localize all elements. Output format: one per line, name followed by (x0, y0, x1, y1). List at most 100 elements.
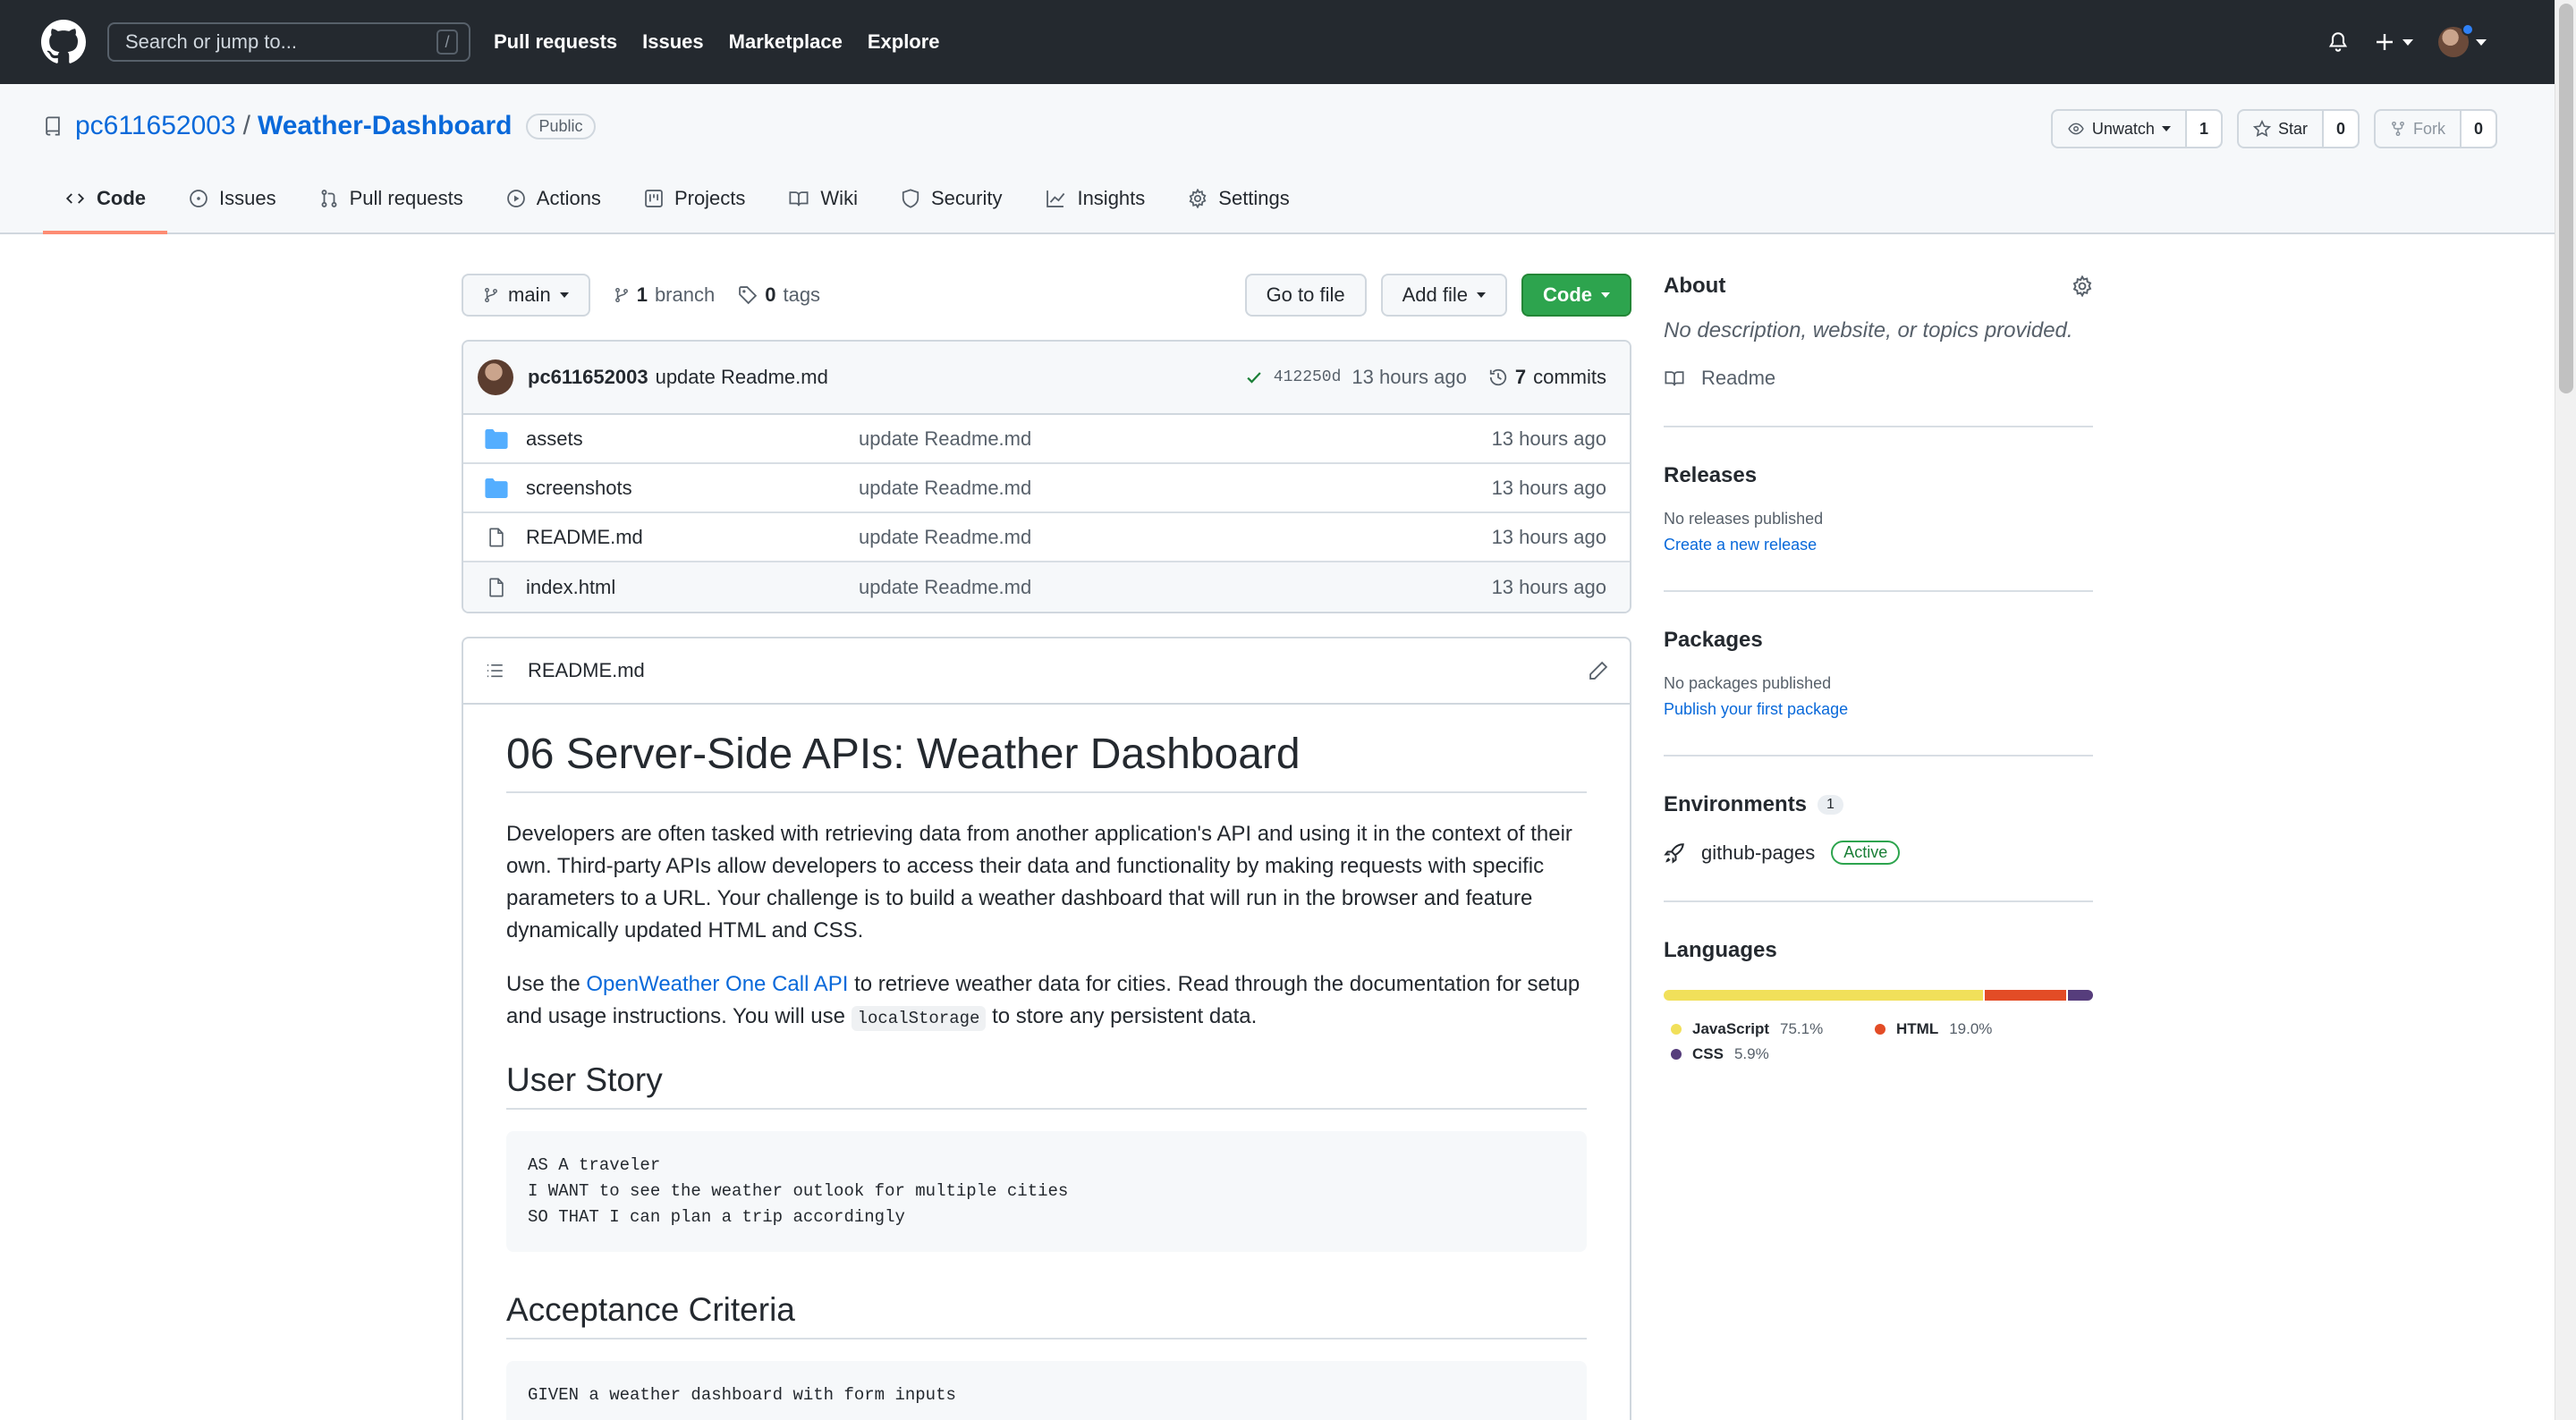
packages-heading[interactable]: Packages (1664, 628, 2093, 653)
tab-actions[interactable]: Actions (485, 165, 623, 232)
commits-link[interactable]: 7 commits (1488, 366, 1606, 389)
tab-label: Settings (1218, 187, 1290, 209)
file-name[interactable]: index.html (526, 576, 859, 599)
fork-count[interactable]: 0 (2459, 111, 2496, 147)
tab-label: Wiki (820, 187, 858, 209)
file-commit-message[interactable]: update Readme.md (859, 576, 1492, 599)
branch-count: 1 (636, 283, 648, 306)
environments-heading[interactable]: Environments 1 (1664, 792, 2093, 817)
language-bar-segment[interactable] (2067, 990, 2093, 1001)
environment-item[interactable]: github-pages Active (1664, 841, 2093, 865)
file-row[interactable]: assets update Readme.md 13 hours ago (463, 415, 1630, 464)
readme-title: 06 Server-Side APIs: Weather Dashboard (506, 730, 1587, 793)
commit-author[interactable]: pc611652003 (528, 366, 648, 389)
readme-link[interactable]: Readme (1664, 367, 2093, 390)
environments-count: 1 (1818, 795, 1843, 815)
fork-button[interactable]: Fork (2376, 111, 2460, 147)
tab-insights[interactable]: Insights (1023, 165, 1166, 232)
file-row[interactable]: README.md update Readme.md 13 hours ago (463, 513, 1630, 562)
gear-icon (1189, 189, 1207, 208)
tab-code[interactable]: Code (43, 165, 167, 234)
go-to-file-button[interactable]: Go to file (1244, 274, 1367, 317)
branches-link[interactable]: 1 branch (614, 283, 715, 307)
tab-settings[interactable]: Settings (1166, 165, 1311, 232)
tab-pull-requests[interactable]: Pull requests (298, 165, 485, 232)
repo-name-link[interactable]: Weather-Dashboard (258, 111, 513, 141)
repo-path-separator: / (242, 111, 250, 140)
page-scrollbar[interactable] (2555, 0, 2576, 1420)
releases-heading[interactable]: Releases (1664, 463, 2093, 488)
check-icon[interactable] (1245, 368, 1263, 386)
file-time: 13 hours ago (1491, 575, 1606, 598)
language-bar-segment[interactable] (1985, 990, 2066, 1001)
language-item[interactable]: JavaScript 75.1% (1664, 1020, 1868, 1038)
nav-explore[interactable]: Explore (868, 30, 940, 54)
file-icon (489, 578, 504, 596)
environment-name: github-pages (1701, 841, 1816, 864)
file-name[interactable]: assets (526, 427, 859, 451)
history-icon (1489, 368, 1506, 386)
tag-count: 0 (765, 283, 776, 306)
watch-count[interactable]: 1 (2184, 111, 2221, 147)
tab-wiki[interactable]: Wiki (767, 165, 879, 232)
search-shortcut-key: / (436, 30, 458, 55)
publish-package-link[interactable]: Publish your first package (1664, 700, 2093, 719)
main-content: main 1 branch 0 tags Go to file Add file… (462, 274, 1631, 1420)
add-file-button[interactable]: Add file (1380, 274, 1507, 317)
languages-section: Languages JavaScript 75.1% HTML 19.0% CSS 5.9… (1664, 900, 2093, 1063)
user-menu[interactable] (2438, 23, 2487, 57)
file-commit-message[interactable]: update Readme.md (859, 526, 1492, 549)
tags-link[interactable]: 0 tags (738, 283, 820, 307)
commit-sha[interactable]: 412250d (1274, 368, 1342, 386)
file-name[interactable]: screenshots (526, 477, 859, 500)
nav-pull-requests[interactable]: Pull requests (494, 30, 617, 54)
branch-name: main (508, 283, 551, 306)
language-item[interactable]: HTML 19.0% (1868, 1020, 2072, 1038)
global-nav: Pull requests Issues Marketplace Explore (494, 30, 965, 54)
tab-issues[interactable]: Issues (167, 165, 298, 232)
list-unordered-icon[interactable] (485, 662, 504, 680)
commit-message[interactable]: update Readme.md (656, 366, 828, 389)
tab-projects[interactable]: Projects (623, 165, 767, 232)
file-time: 13 hours ago (1491, 427, 1606, 450)
language-color-dot (1671, 1024, 1682, 1035)
nav-issues[interactable]: Issues (642, 30, 704, 54)
releases-empty-text: No releases published (1664, 510, 1824, 528)
gear-icon[interactable] (2072, 275, 2093, 297)
star-count[interactable]: 0 (2321, 111, 2358, 147)
create-release-link[interactable]: Create a new release (1664, 536, 2093, 554)
nav-marketplace[interactable]: Marketplace (729, 30, 843, 54)
file-commit-message[interactable]: update Readme.md (859, 477, 1492, 500)
code-icon (65, 193, 85, 204)
openweather-link[interactable]: OpenWeather One Call API (586, 972, 848, 996)
file-icon (489, 528, 504, 546)
language-color-dot (1671, 1049, 1682, 1060)
repo-sidebar: About No description, website, or topics… (1664, 274, 2093, 1063)
branch-select[interactable]: main (462, 274, 590, 317)
file-row[interactable]: index.html update Readme.md 13 hours ago (463, 562, 1630, 612)
pencil-icon[interactable] (1589, 661, 1608, 680)
file-name[interactable]: README.md (526, 526, 859, 549)
watch-button-group: Unwatch 1 (2050, 109, 2223, 148)
language-bar-segment[interactable] (1664, 990, 1984, 1001)
tab-security[interactable]: Security (879, 165, 1023, 232)
github-logo-icon[interactable] (41, 20, 86, 64)
unwatch-button[interactable]: Unwatch (2053, 111, 2185, 147)
watch-label: Unwatch (2091, 119, 2155, 138)
scrollbar-thumb[interactable] (2559, 4, 2573, 393)
language-item[interactable]: CSS 5.9% (1664, 1045, 1868, 1063)
star-button[interactable]: Star (2239, 111, 2322, 147)
repo-owner-link[interactable]: pc611652003 (75, 111, 236, 141)
avatar[interactable] (478, 359, 513, 395)
repo-title: pc611652003 / Weather-Dashboard Public (43, 111, 596, 141)
file-commit-message[interactable]: update Readme.md (859, 427, 1492, 451)
code-button[interactable]: Code (1521, 274, 1631, 317)
create-new-menu[interactable] (2374, 31, 2413, 53)
search-input[interactable]: Search or jump to... / (107, 22, 470, 62)
file-row[interactable]: screenshots update Readme.md 13 hours ag… (463, 464, 1630, 513)
acceptance-criteria-code-block: GIVEN a weather dashboard with form inpu… (506, 1361, 1587, 1420)
tab-label: Issues (219, 187, 276, 209)
bell-icon[interactable] (2327, 30, 2349, 54)
rocket-icon (1664, 842, 1684, 864)
book-icon (789, 191, 809, 207)
